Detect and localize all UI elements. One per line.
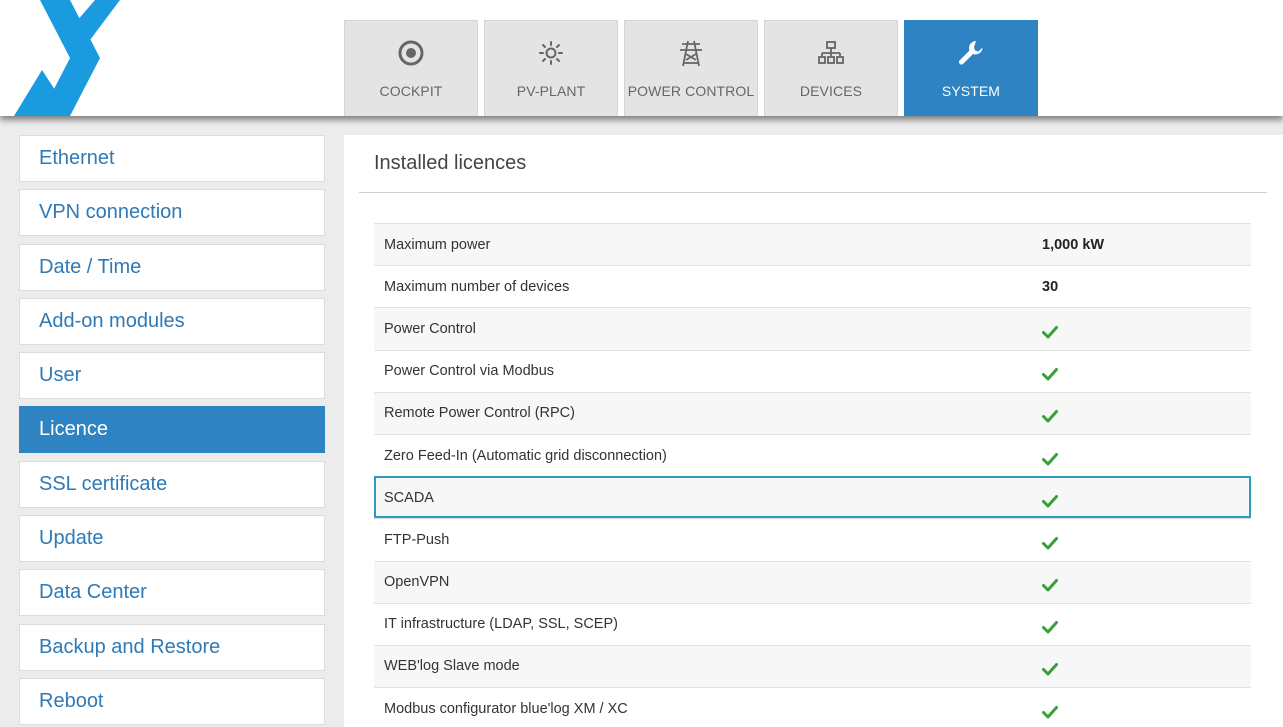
licence-name: Maximum power (384, 236, 491, 253)
licence-name: SCADA (384, 489, 434, 506)
divider (359, 192, 1267, 193)
table-row[interactable]: WEB'log Slave mode (374, 644, 1251, 688)
network-icon (817, 39, 845, 67)
sidebar: Ethernet VPN connection Date / Time Add-… (19, 135, 325, 727)
sidebar-item-ssl-certificate[interactable]: SSL certificate (19, 460, 325, 508)
target-icon (397, 39, 425, 67)
table-row[interactable]: Power Control (374, 307, 1251, 350)
table-row[interactable]: Remote Power Control (RPC) (374, 391, 1251, 434)
check-icon (1042, 536, 1058, 550)
licence-name: Modbus configurator blue'log XM / XC (384, 700, 628, 717)
logo-x-icon (14, 0, 120, 116)
licence-name: Maximum number of devices (384, 278, 570, 295)
check-icon (1042, 325, 1058, 339)
table-row[interactable]: Zero Feed-In (Automatic grid disconnecti… (374, 433, 1251, 477)
table-row[interactable]: OpenVPN (374, 560, 1251, 603)
tab-label: SYSTEM (941, 83, 1001, 99)
sidebar-item-data-center[interactable]: Data Center (19, 569, 325, 617)
tab-pv-plant[interactable]: PV-PLANT (484, 20, 618, 116)
check-icon (1042, 578, 1058, 592)
check-icon (1042, 620, 1058, 634)
tab-label: POWER CONTROL (627, 83, 755, 99)
licence-name: Zero Feed-In (Automatic grid disconnecti… (384, 447, 667, 464)
check-icon (1042, 409, 1058, 423)
check-icon (1042, 367, 1058, 381)
licence-panel: Installed licences Maximum power 1,000 kW… (344, 135, 1283, 727)
sidebar-item-licence[interactable]: Licence (19, 406, 325, 454)
table-row[interactable]: SCADA (374, 476, 1251, 519)
sun-icon (538, 39, 564, 67)
tab-cockpit[interactable]: COCKPIT (344, 20, 478, 116)
licence-name: Power Control via Modbus (384, 363, 555, 380)
power-tower-icon (678, 39, 704, 67)
check-icon (1042, 662, 1058, 676)
sidebar-item-vpn-connection[interactable]: VPN connection (19, 189, 325, 237)
licence-value: 1,000 kW (1042, 236, 1105, 253)
table-row[interactable]: IT infrastructure (LDAP, SSL, SCEP) (374, 602, 1251, 645)
licence-name: OpenVPN (384, 574, 450, 591)
page-title: Installed licences (374, 152, 527, 174)
table-row[interactable]: FTP-Push (374, 518, 1251, 561)
sidebar-item-date-time[interactable]: Date / Time (19, 243, 325, 291)
tab-system[interactable]: SYSTEM (904, 20, 1038, 116)
licence-name: Remote Power Control (RPC) (384, 405, 575, 422)
wrench-icon (957, 39, 985, 67)
tab-label: DEVICES (799, 83, 863, 99)
tab-power-control[interactable]: POWER CONTROL (624, 20, 758, 116)
licence-name: IT infrastructure (LDAP, SSL, SCEP) (384, 616, 618, 633)
licence-name: Power Control (384, 320, 476, 337)
tab-label: COCKPIT (379, 83, 443, 99)
table-row[interactable]: Modbus configurator blue'log XM / XC (374, 687, 1251, 727)
licence-name: FTP-Push (384, 531, 450, 548)
table-row[interactable]: Power Control via Modbus (374, 349, 1251, 392)
table-row[interactable]: Maximum number of devices 30 (374, 265, 1251, 308)
main-nav: COCKPIT PV-PLANT POWER CONTROL DEVICES S… (344, 20, 1038, 116)
sidebar-item-reboot[interactable]: Reboot (19, 677, 325, 725)
check-icon (1042, 494, 1058, 508)
sidebar-item-ethernet[interactable]: Ethernet (19, 135, 325, 182)
sidebar-item-backup-restore[interactable]: Backup and Restore (19, 623, 325, 671)
check-icon (1042, 452, 1058, 466)
sidebar-item-update[interactable]: Update (19, 515, 325, 563)
licence-value: 30 (1042, 278, 1059, 295)
header: COCKPIT PV-PLANT POWER CONTROL DEVICES S… (0, 0, 1283, 116)
sidebar-item-user[interactable]: User (19, 352, 325, 400)
check-icon (1042, 705, 1058, 719)
licence-table: Maximum power 1,000 kW Maximum number of d… (374, 223, 1251, 727)
licence-name: WEB'log Slave mode (384, 658, 520, 675)
table-row[interactable]: Maximum power 1,000 kW (374, 223, 1251, 266)
tab-devices[interactable]: DEVICES (764, 20, 898, 116)
sidebar-item-add-on-modules[interactable]: Add-on modules (19, 297, 325, 345)
brand-logo[interactable] (0, 0, 140, 116)
tab-label: PV-PLANT (516, 83, 586, 99)
